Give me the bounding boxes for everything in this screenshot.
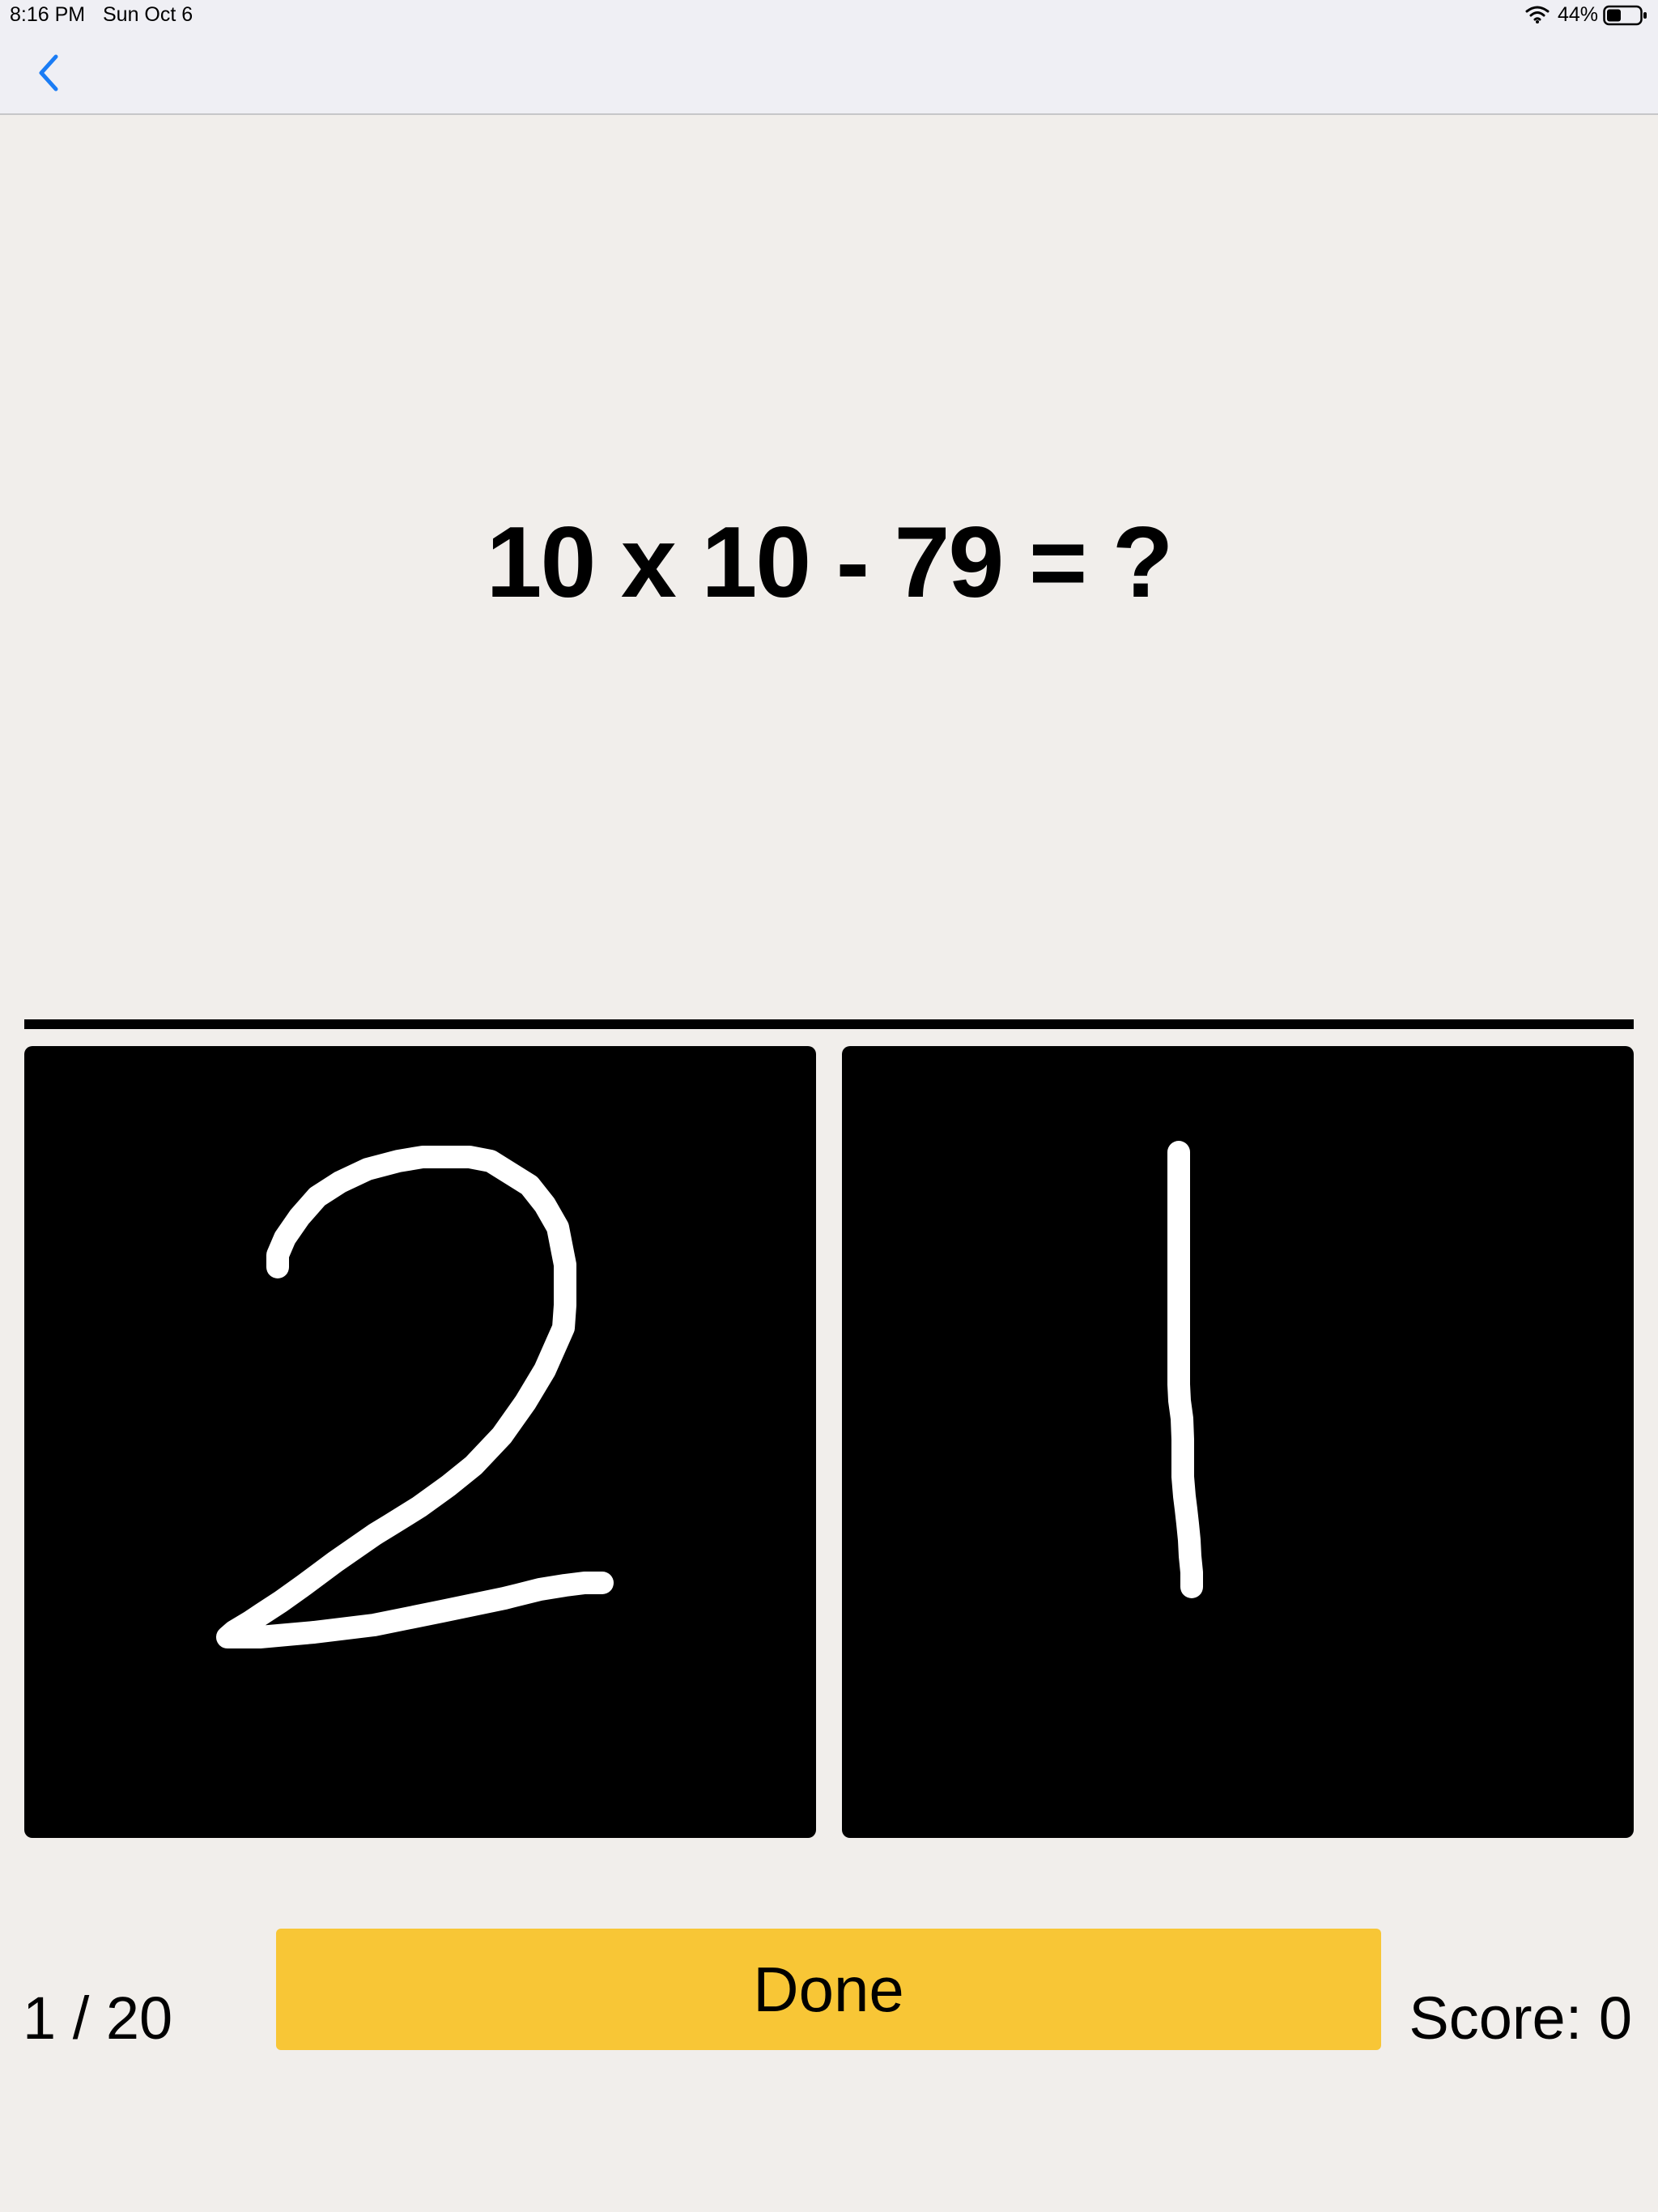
battery-percent: 44% [1558,3,1599,26]
back-button[interactable] [29,47,68,99]
question-progress: 1 / 20 [23,1984,173,2052]
score-label: Score: 0 [1409,1984,1632,2052]
status-date: Sun Oct 6 [103,3,193,26]
handwritten-digit-1 [1167,1141,1203,1598]
drawing-pad-tens[interactable] [24,1046,816,1838]
top-bar: 8:16 PM Sun Oct 6 44% [0,0,1658,115]
answer-divider [24,1019,1634,1029]
status-time: 8:16 PM [10,3,86,26]
done-button[interactable]: Done [276,1929,1381,2050]
chevron-left-icon [39,54,58,91]
wifi-icon [1525,6,1550,23]
battery-icon [1603,5,1647,26]
math-question: 10 x 10 - 79 = ? [486,507,1174,619]
handwritten-digit-2 [216,1146,614,1648]
drawing-pad-ones[interactable] [842,1046,1634,1838]
